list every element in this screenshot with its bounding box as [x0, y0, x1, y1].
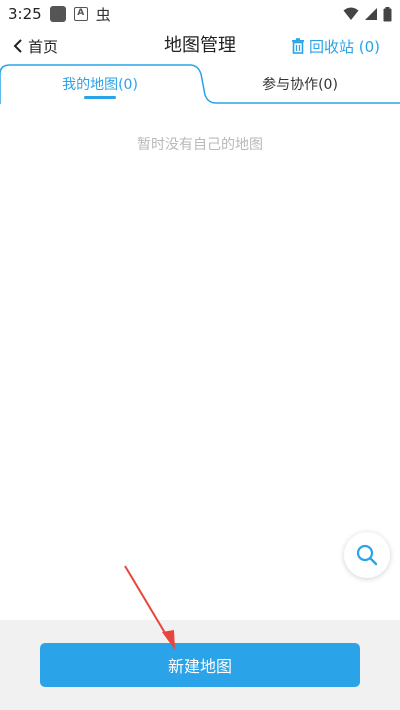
tab-my-maps-label: 我的地图(0) [62, 77, 138, 93]
signal-icon [365, 8, 377, 20]
recycle-bin-button[interactable]: 回收站 (0) [291, 32, 380, 60]
status-right-icons [343, 6, 392, 22]
status-time: 3:25 [8, 5, 42, 23]
active-tab-indicator [84, 96, 116, 99]
empty-state-text: 暂时没有自己的地图 [137, 137, 263, 153]
back-button[interactable]: 首页 [12, 32, 58, 60]
recycle-bin-label: 回收站 (0) [308, 37, 380, 56]
create-map-button[interactable]: 新建地图 [40, 643, 360, 687]
a-icon: A [73, 7, 88, 21]
chevron-left-icon [13, 39, 22, 53]
trash-icon [291, 38, 304, 54]
tab-bar: 我的地图(0) 参与协作(0) [0, 64, 400, 104]
battery-icon [383, 6, 392, 21]
wifi-icon [343, 7, 359, 20]
header: 首页 地图管理 回收站 (0) [0, 28, 400, 64]
bug-icon: 虫 [95, 5, 111, 24]
status-bar: 3:25 A 虫 [0, 0, 400, 28]
tab-collaboration[interactable]: 参与协作(0) [200, 64, 400, 104]
search-button[interactable] [344, 532, 390, 578]
back-label: 首页 [28, 37, 59, 56]
search-icon [356, 544, 378, 566]
square-icon [49, 6, 66, 22]
map-list: 暂时没有自己的地图 [0, 104, 400, 620]
tab-collaboration-label: 参与协作(0) [262, 77, 338, 93]
bottom-bar: 新建地图 [0, 620, 400, 710]
